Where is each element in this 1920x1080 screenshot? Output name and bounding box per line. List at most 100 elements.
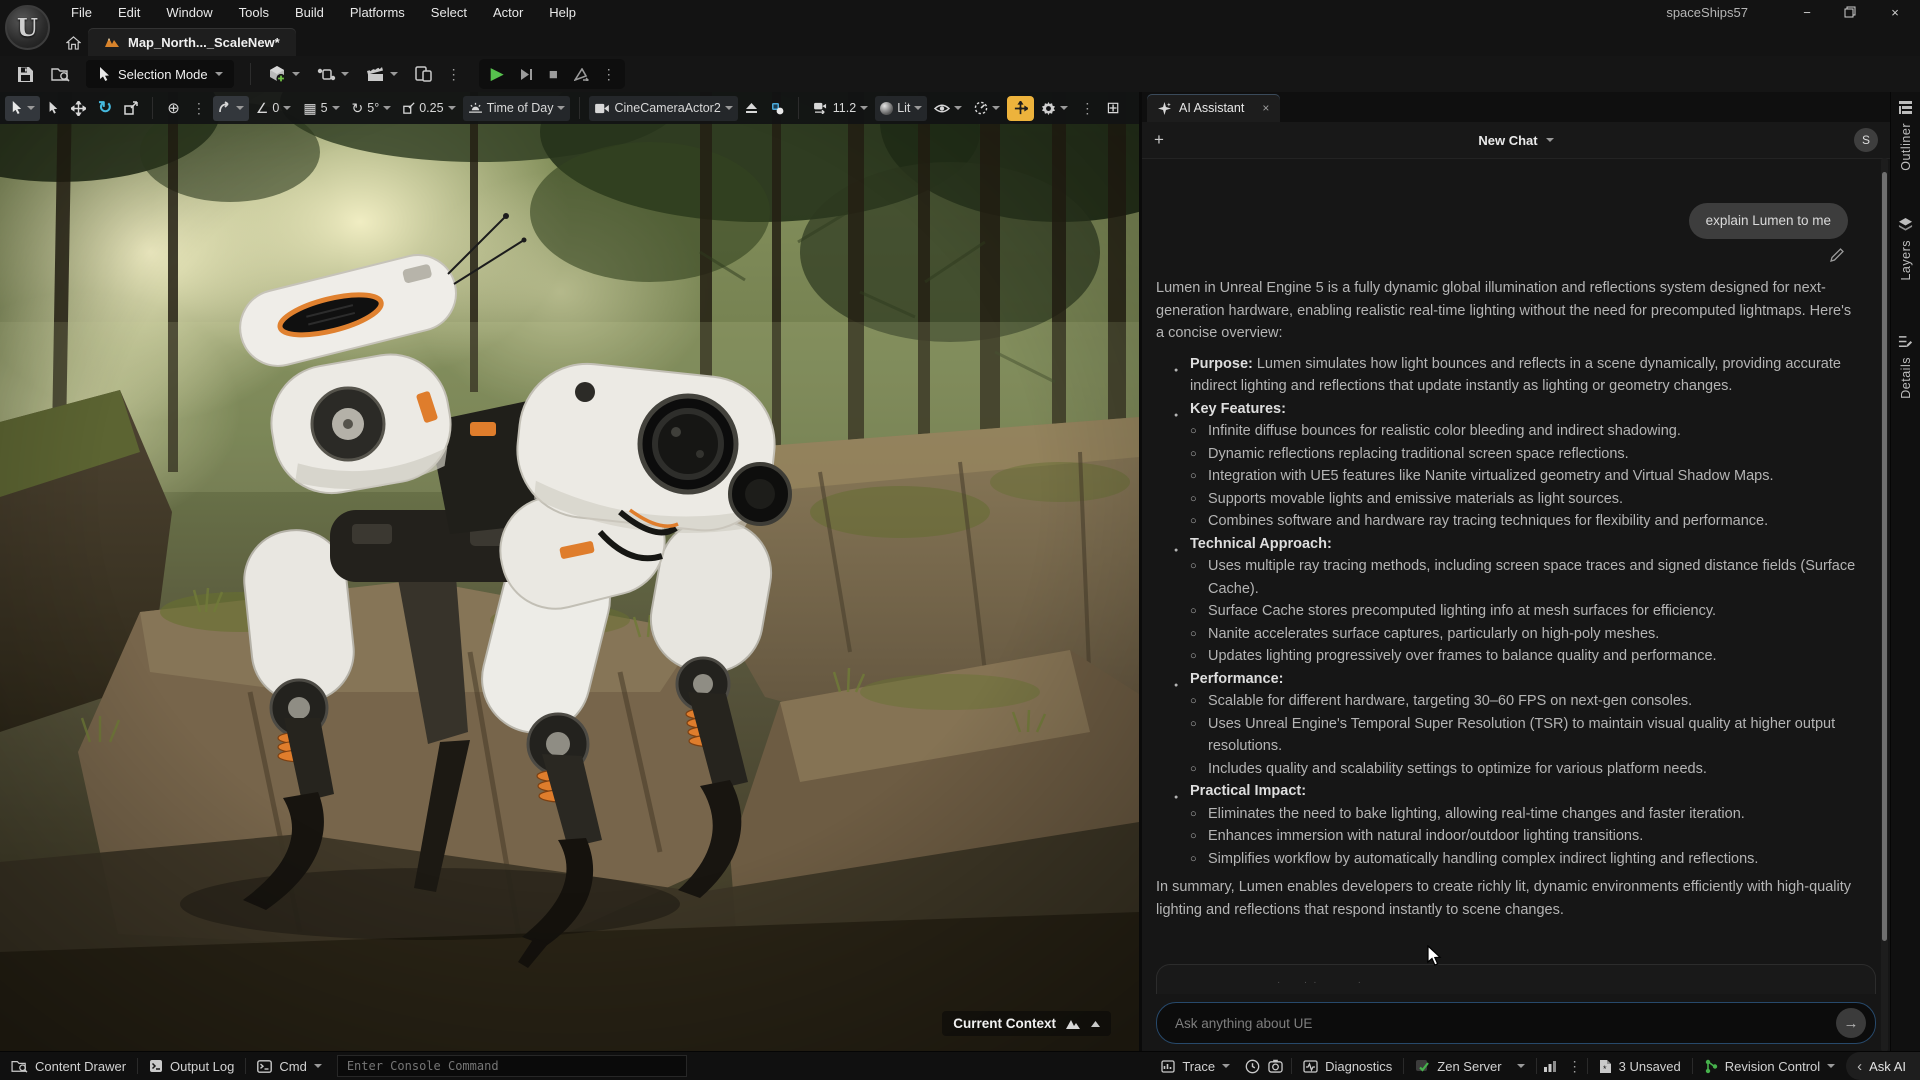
menu-item[interactable]: Help: [536, 2, 589, 23]
tab-outliner[interactable]: Outliner: [1898, 100, 1913, 171]
unsaved-file-icon: *: [1599, 1059, 1612, 1074]
unsaved-button[interactable]: * 3 Unsaved: [1588, 1052, 1692, 1080]
transform-tool-dropdown[interactable]: [5, 96, 40, 121]
camera-actor-dropdown[interactable]: CineCameraActor2: [589, 96, 737, 121]
eject-icon[interactable]: [740, 96, 763, 121]
layer-snap-dropdown[interactable]: ∠ 0: [251, 96, 297, 121]
status-kebab[interactable]: ⋮: [1563, 1058, 1587, 1075]
move-tool-icon[interactable]: [66, 96, 91, 121]
ai-tab-close-icon[interactable]: ×: [1262, 101, 1269, 115]
selection-mode-dropdown[interactable]: Selection Mode: [86, 60, 234, 88]
surface-snap-icon[interactable]: [213, 96, 249, 121]
revision-control-dropdown[interactable]: Revision Control: [1693, 1052, 1846, 1080]
launch-button[interactable]: [566, 68, 597, 81]
quad-view-icon[interactable]: ⊞: [1101, 96, 1124, 121]
rotation-snap-dropdown[interactable]: ↻ 5°: [347, 96, 397, 121]
tab-details[interactable]: Details: [1898, 334, 1913, 399]
pilot-icon[interactable]: [765, 96, 789, 121]
response-bullet: Uses Unreal Engine's Temporal Super Reso…: [1190, 713, 1860, 758]
menu-item[interactable]: File: [58, 2, 105, 23]
cmd-dropdown[interactable]: Cmd: [246, 1052, 332, 1080]
ask-ai-label: Ask AI: [1869, 1059, 1906, 1074]
home-icon[interactable]: [58, 30, 88, 56]
platforms-launch-icon[interactable]: [408, 60, 439, 88]
save-icon[interactable]: [10, 60, 41, 88]
send-message-button[interactable]: →: [1836, 1008, 1866, 1038]
blueprints-icon[interactable]: [310, 60, 356, 88]
stop-button[interactable]: ■: [541, 66, 566, 83]
ai-assistant-tab[interactable]: AI Assistant ×: [1147, 94, 1280, 122]
viewport-options-kebab[interactable]: ⋮: [1075, 100, 1099, 117]
unsaved-label: 3 Unsaved: [1619, 1059, 1681, 1074]
response-section: Practical Impact:Eliminates the need to …: [1156, 780, 1860, 870]
menu-item[interactable]: Window: [153, 2, 225, 23]
content-drawer-button[interactable]: Content Drawer: [0, 1052, 137, 1080]
scale-snap-dropdown[interactable]: 0.25: [398, 96, 460, 121]
chat-scrollbar[interactable]: [1881, 158, 1888, 1052]
menu-item[interactable]: Platforms: [337, 2, 418, 23]
close-button[interactable]: ×: [1888, 5, 1902, 20]
maximize-button[interactable]: [1844, 6, 1858, 18]
chat-header: + New Chat S: [1142, 122, 1890, 159]
trace-dropdown[interactable]: Trace: [1150, 1052, 1241, 1080]
derived-data-icon[interactable]: [1537, 1052, 1563, 1080]
rotate-tool-icon[interactable]: ↻: [93, 96, 117, 121]
view-mode-label: Lit: [897, 101, 910, 115]
menu-item[interactable]: Build: [282, 2, 337, 23]
time-of-day-dropdown[interactable]: Time of Day: [463, 96, 571, 121]
output-log-button[interactable]: Output Log: [138, 1052, 245, 1080]
cinematics-icon[interactable]: [359, 60, 405, 88]
chat-title-label[interactable]: New Chat: [1478, 133, 1537, 148]
suggestion-card-partial[interactable]: · ·· ·: [1156, 964, 1876, 994]
menu-item[interactable]: Edit: [105, 2, 153, 23]
view-mode-dropdown[interactable]: Lit: [875, 96, 927, 121]
level-viewport[interactable]: ↻ ⊕ ⋮ ∠ 0 ▦ 5: [0, 92, 1139, 1052]
level-tab[interactable]: Map_North..._ScaleNew*: [88, 28, 296, 56]
content-browser-icon[interactable]: [44, 60, 77, 88]
selection-highlight-toggle[interactable]: [1007, 96, 1034, 121]
select-tool-icon[interactable]: [42, 96, 64, 121]
current-context-pill[interactable]: Current Context: [942, 1011, 1111, 1036]
toolbar-options-kebab[interactable]: ⋮: [442, 66, 466, 83]
new-chat-plus-button[interactable]: +: [1154, 130, 1176, 150]
zen-server-dropdown[interactable]: Zen Server: [1404, 1052, 1535, 1080]
menu-item[interactable]: Select: [418, 2, 480, 23]
tab-layers[interactable]: Layers: [1898, 217, 1913, 281]
edit-pencil-icon[interactable]: [1830, 248, 1844, 262]
frame-skip-icon[interactable]: [512, 68, 541, 81]
title-bar: U FileEditWindowToolsBuildPlatformsSelec…: [0, 0, 1920, 56]
world-space-icon[interactable]: ⊕: [162, 96, 185, 121]
user-avatar[interactable]: S: [1854, 128, 1878, 152]
minimize-button[interactable]: −: [1800, 5, 1814, 20]
ai-assistant-panel: AI Assistant × + New Chat S explain Lume…: [1139, 92, 1890, 1052]
main-area: ↻ ⊕ ⋮ ∠ 0 ▦ 5: [0, 92, 1920, 1052]
content-drawer-label: Content Drawer: [35, 1059, 126, 1074]
ask-ai-button[interactable]: ‹ Ask AI: [1846, 1052, 1920, 1080]
menu-item[interactable]: Actor: [480, 2, 536, 23]
diagnostics-button[interactable]: Diagnostics: [1292, 1052, 1403, 1080]
show-flags-dropdown[interactable]: [929, 96, 967, 121]
revision-control-label: Revision Control: [1725, 1059, 1820, 1074]
grid-snap-dropdown[interactable]: ▦ 5: [298, 96, 344, 121]
add-actor-icon[interactable]: [261, 60, 307, 88]
chat-transcript: explain Lumen to me Lumen in Unreal Engi…: [1142, 159, 1890, 964]
insights-icon[interactable]: [1241, 1052, 1264, 1080]
ask-ue-input[interactable]: [1156, 1002, 1876, 1044]
play-options-kebab[interactable]: ⋮: [597, 66, 621, 83]
camera-speed-dropdown[interactable]: 11.2: [808, 96, 873, 121]
unreal-logo-icon[interactable]: U: [5, 5, 50, 50]
play-button[interactable]: ▶: [483, 64, 512, 84]
screenshot-icon[interactable]: [1264, 1052, 1291, 1080]
response-section: Performance:Scalable for different hardw…: [1156, 668, 1860, 781]
trace-label: Trace: [1182, 1059, 1215, 1074]
scale-tool-icon[interactable]: [119, 96, 143, 121]
context-collapse-icon[interactable]: [1091, 1021, 1100, 1027]
screen-percentage-dropdown[interactable]: [969, 96, 1005, 121]
console-command-input[interactable]: [337, 1055, 687, 1077]
tab-label: Map_North..._ScaleNew: [128, 35, 275, 50]
viewport-kebab[interactable]: ⋮: [187, 100, 211, 117]
viewport-scene[interactable]: [0, 92, 1139, 1052]
viewport-settings-gear[interactable]: [1036, 96, 1073, 121]
menu-item[interactable]: Tools: [226, 2, 282, 23]
selection-mode-label: Selection Mode: [118, 67, 208, 82]
